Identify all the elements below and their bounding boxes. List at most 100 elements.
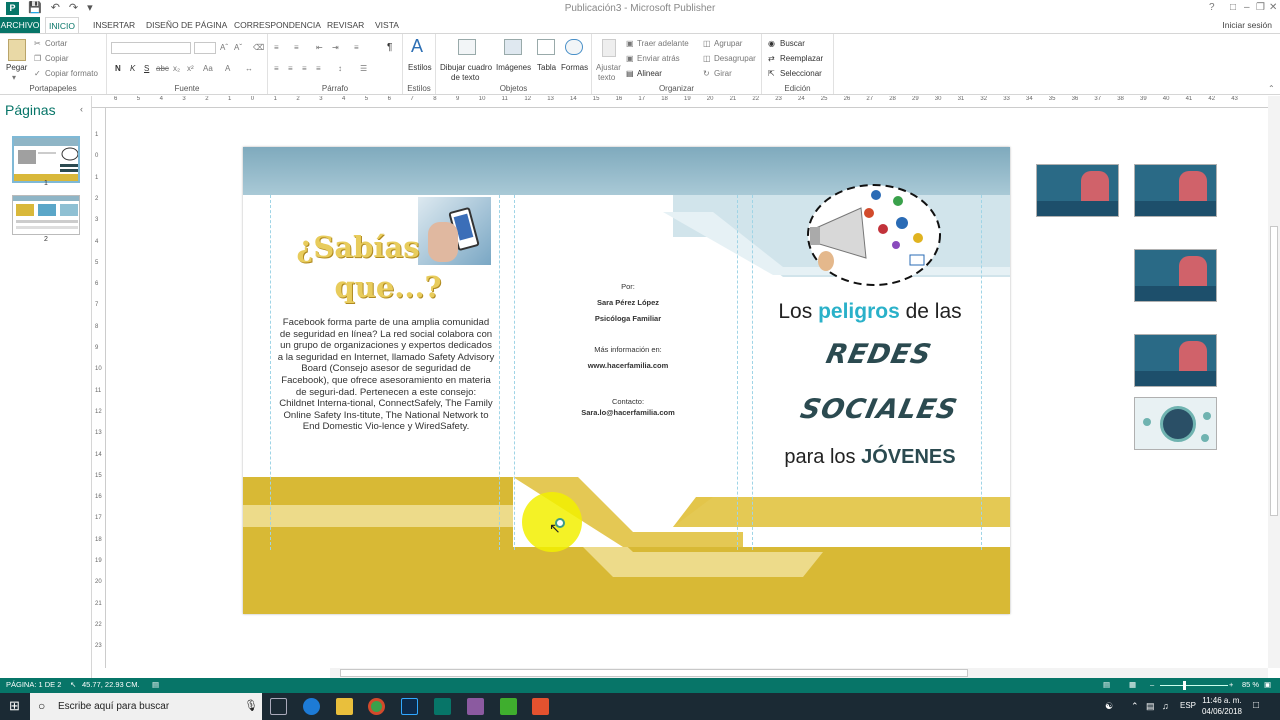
title-sociales[interactable]: SOCIALES [760, 394, 999, 425]
find-button[interactable]: Buscar [780, 39, 805, 48]
facebook-body-text[interactable]: Facebook forma parte de una amplia comun… [277, 317, 495, 433]
paste-icon[interactable] [8, 39, 26, 61]
send-backward-icon[interactable]: ▣ [626, 54, 634, 63]
taskbar-clock[interactable]: 11:46 a. m. 04/06/2018 [1202, 695, 1242, 717]
task-view-icon[interactable] [270, 698, 287, 715]
textbox-icon[interactable] [458, 39, 476, 55]
by-label[interactable]: Por: [515, 282, 741, 291]
styles-icon[interactable]: A [411, 36, 423, 57]
replace-button[interactable]: Reemplazar [780, 54, 823, 63]
volume-icon[interactable]: ♫ [1162, 701, 1169, 711]
group-icon[interactable]: ◫ [703, 39, 711, 48]
page-thumbnail-1[interactable] [12, 136, 80, 183]
show-marks-button[interactable]: ¶ [387, 42, 392, 53]
align-objects-icon[interactable]: ▤ [626, 69, 634, 78]
rotate-button[interactable]: Girar [714, 69, 732, 78]
sabias-heading[interactable]: ¿Sabías que...? [273, 227, 443, 307]
bring-forward-icon[interactable]: ▣ [626, 39, 634, 48]
superscript-icon[interactable]: x² [187, 64, 194, 73]
zoom-slider[interactable] [1160, 685, 1228, 686]
more-info-label[interactable]: Más información en: [515, 345, 741, 354]
table-icon[interactable] [537, 39, 555, 55]
align-left-icon[interactable]: ≡ [274, 64, 279, 73]
zoom-slider-thumb[interactable] [1183, 681, 1186, 690]
author-name[interactable]: Sara Pérez López [515, 298, 741, 307]
vertical-scrollbar[interactable] [1268, 96, 1280, 668]
title-line-1[interactable]: Los peligros de las [750, 300, 990, 324]
paste-dropdown-icon[interactable]: ▾ [12, 73, 16, 82]
replace-icon[interactable]: ⇄ [768, 54, 775, 63]
email-text[interactable]: Sara.lo@hacerfamilia.com [515, 408, 741, 417]
horizontal-scrollbar[interactable] [330, 668, 1268, 678]
italic-button[interactable]: K [130, 64, 135, 73]
contact-label[interactable]: Contacto: [515, 397, 741, 406]
microphone-icon[interactable]: 🎙 [244, 699, 258, 712]
align-right-icon[interactable]: ≡ [302, 64, 307, 73]
grow-font-icon[interactable]: Aˆ [220, 43, 228, 52]
vertical-scroll-thumb[interactable] [1270, 226, 1278, 516]
close-icon[interactable]: ✕ [1269, 2, 1277, 13]
ungroup-button[interactable]: Desagrupar [714, 54, 756, 63]
rotate-icon[interactable]: ↻ [703, 69, 710, 78]
select-icon[interactable]: ⇱ [768, 69, 775, 78]
columns-icon[interactable]: ☰ [360, 64, 367, 73]
page-thumbnail-2[interactable] [12, 195, 80, 235]
vertical-ruler[interactable]: 1 0 1 2 3 4 5 6 7 8 9 10 11 12 13 14 15 16 17 18 19 20 21 22 23 [92, 108, 106, 668]
author-role[interactable]: Psicóloga Familiar [515, 314, 741, 323]
website-text[interactable]: www.hacerfamilia.com [515, 361, 741, 370]
font-color-icon[interactable]: A [225, 64, 230, 73]
copy-icon[interactable]: ❐ [34, 54, 41, 63]
restore-icon[interactable]: ❐ [1256, 2, 1265, 13]
tab-vista[interactable]: VISTA [375, 17, 399, 33]
windows-start-icon[interactable]: ⊞ [9, 698, 20, 714]
images-icon[interactable] [504, 39, 522, 55]
send-backward-button[interactable]: Enviar atrás [637, 54, 680, 63]
language-indicator[interactable]: ESP [1180, 701, 1196, 710]
align-objects-button[interactable]: Alinear [637, 69, 662, 78]
camtasia-icon[interactable] [500, 698, 517, 715]
tab-insertar[interactable]: INSERTAR [93, 17, 135, 33]
fit-page-icon[interactable]: ▣ [1264, 680, 1271, 689]
cut-icon[interactable]: ✂ [34, 39, 41, 48]
collapse-ribbon-icon[interactable]: ⌃ [1268, 84, 1275, 93]
scratch-image[interactable] [1134, 249, 1217, 302]
collapse-pane-icon[interactable]: ‹ [80, 104, 83, 114]
subscript-icon[interactable]: x₂ [173, 64, 180, 73]
publisher-taskbar-icon[interactable] [434, 698, 451, 715]
tab-revisar[interactable]: REVISAR [327, 17, 364, 33]
zoom-in-icon[interactable]: + [1229, 680, 1233, 689]
horizontal-scroll-thumb[interactable] [340, 669, 968, 677]
title-redes[interactable]: REDES [760, 339, 999, 370]
zoom-out-icon[interactable]: – [1150, 680, 1154, 689]
horizontal-ruler[interactable]: 6 5 4 3 2 1 0 1 2 3 4 5 6 7 8 9 10 11 12 13 14 15 16 17 18 19 20 21… [92, 96, 1280, 108]
table-button[interactable]: Tabla [537, 63, 556, 72]
page-indicator[interactable]: PÁGINA: 1 DE 2 [6, 680, 61, 689]
format-painter-icon[interactable]: ✓ [34, 69, 41, 78]
minimize-icon[interactable]: – [1244, 2, 1250, 13]
paste-button[interactable]: Pegar [6, 63, 27, 72]
cut-button[interactable]: Cortar [45, 39, 67, 48]
character-spacing-icon[interactable]: ↔ [245, 64, 253, 73]
wrap-text-button-line2[interactable]: texto [598, 73, 615, 82]
shapes-icon[interactable] [565, 39, 583, 55]
publication-page[interactable]: ¿Sabías que...? Facebook forma parte de … [243, 147, 1010, 614]
zoom-level[interactable]: 85 % [1242, 680, 1259, 689]
network-icon[interactable]: ▤ [1146, 701, 1155, 712]
people-icon[interactable]: ☯ [1105, 701, 1113, 712]
title-line-4[interactable]: para los JÓVENES [750, 446, 990, 469]
scratch-image[interactable] [1134, 164, 1217, 217]
draw-textbox-button-line2[interactable]: de texto [451, 73, 479, 82]
increase-indent-icon[interactable]: ⇥ [332, 43, 339, 52]
scratch-image-network[interactable] [1134, 397, 1217, 450]
shrink-font-icon[interactable]: Aˇ [234, 43, 242, 52]
tab-correspondencia[interactable]: CORRESPONDENCIA [234, 17, 321, 33]
chrome-icon[interactable] [368, 698, 385, 715]
two-page-view-icon[interactable]: ▦ [1129, 680, 1136, 689]
styles-button[interactable]: Estilos [408, 63, 432, 72]
notifications-icon[interactable]: □ [1253, 700, 1259, 711]
ungroup-icon[interactable]: ◫ [703, 54, 711, 63]
megaphone-illustration[interactable] [806, 183, 942, 287]
clear-formatting-icon[interactable]: ⌫ [253, 43, 264, 52]
app-taskbar-icon[interactable] [467, 698, 484, 715]
select-button[interactable]: Seleccionar [780, 69, 822, 78]
